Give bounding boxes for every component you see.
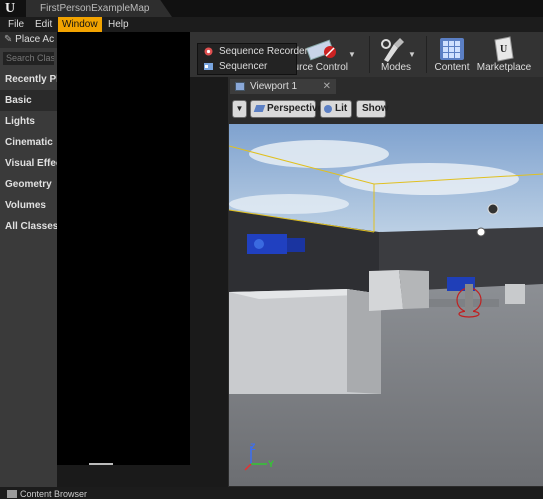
place-actors-title: Place Ac: [15, 34, 55, 45]
floor-ledge: [429, 299, 499, 307]
chevron-down-icon: ▼: [348, 50, 356, 59]
content-icon: [440, 38, 464, 60]
viewport-tab[interactable]: Viewport 1 ✕: [230, 79, 336, 94]
chevron-down-icon: ▼: [235, 104, 244, 113]
source-control-dropdown[interactable]: ▼: [347, 32, 357, 77]
svg-text:U: U: [500, 44, 507, 55]
perspective-label: Perspective: [267, 103, 324, 114]
content-button[interactable]: Content: [430, 32, 474, 77]
category-recently-placed[interactable]: Recently Pla: [0, 69, 57, 90]
menu-bar: File Edit Window Help: [0, 17, 543, 32]
cloud: [229, 194, 349, 214]
perspective-icon: [253, 105, 266, 112]
sequencer-icon: [204, 63, 213, 70]
close-icon[interactable]: ✕: [323, 79, 331, 94]
viewport-toolbar: ▼ Perspective Lit Show: [228, 96, 543, 122]
toolbar-separator: [426, 36, 427, 73]
marketplace-icon: U: [494, 36, 514, 62]
folder-icon: [7, 490, 17, 498]
category-all-classes[interactable]: All Classes: [0, 216, 57, 237]
modes-icon: [381, 38, 404, 62]
cube-middle: [369, 270, 403, 311]
menu-help[interactable]: Help: [104, 17, 133, 32]
show-button[interactable]: Show: [356, 100, 389, 118]
modes-button[interactable]: ▼ Modes: [372, 32, 420, 77]
menu-file[interactable]: File: [4, 17, 28, 32]
viewport-tab-icon: [235, 82, 245, 91]
cloud: [249, 140, 389, 168]
modes-label: Modes: [380, 62, 411, 73]
map-tab[interactable]: FirstPersonExampleMap: [26, 0, 172, 17]
show-label: Show: [362, 103, 389, 114]
category-cinematic[interactable]: Cinematic: [0, 132, 57, 153]
viewport-tab-label: Viewport 1: [250, 81, 298, 92]
search-classes-input[interactable]: Search Class: [3, 52, 54, 65]
viewport-options-button[interactable]: ▼: [232, 100, 247, 118]
axis-z-label: Z: [250, 442, 256, 452]
cube-middle-side: [399, 270, 429, 309]
blank-panel: [57, 32, 190, 465]
map-tab-label: FirstPersonExampleMap: [40, 3, 150, 14]
sky-sphere-icon: [487, 203, 499, 215]
sequence-recorder-label: Sequence Recorder: [219, 46, 308, 57]
menu-edit[interactable]: Edit: [31, 17, 56, 32]
menu-item-sequencer[interactable]: Sequencer: [198, 59, 296, 74]
panel-resize-marker[interactable]: [89, 463, 113, 465]
marketplace-button[interactable]: U Marketplace: [476, 32, 532, 77]
cloud: [339, 163, 519, 195]
content-label: Content: [434, 62, 470, 73]
sequence-recorder-icon: [204, 47, 213, 56]
category-lights[interactable]: Lights: [0, 111, 57, 132]
place-actors-panel: ✎ Place Ac Search Class Recently Pla Bas…: [0, 32, 57, 487]
cube-small: [505, 284, 525, 304]
source-control-icon: [306, 39, 336, 61]
place-actors-header: ✎ Place Ac: [0, 32, 57, 48]
lit-label: Lit: [335, 103, 348, 114]
sequencer-label: Sequencer: [219, 61, 268, 72]
perspective-button[interactable]: Perspective: [250, 100, 323, 118]
window-menu-dropdown: Sequence Recorder Sequencer: [197, 43, 308, 75]
category-volumes[interactable]: Volumes: [0, 195, 57, 216]
category-visual-effects[interactable]: Visual Effect: [0, 153, 57, 174]
marketplace-label: Marketplace: [476, 62, 532, 73]
point-light-icon: [476, 227, 486, 237]
content-browser-tab[interactable]: Content Browser: [6, 489, 87, 499]
content-browser-label: Content Browser: [20, 489, 88, 499]
viewport-scene[interactable]: Z Y: [229, 124, 543, 486]
axis-y-label: Y: [268, 459, 275, 469]
category-geometry[interactable]: Geometry: [0, 174, 57, 195]
title-bar: U FirstPersonExampleMap: [0, 0, 543, 17]
toolbar-separator: [369, 36, 370, 73]
category-basic[interactable]: Basic: [0, 90, 57, 111]
lit-button[interactable]: Lit: [320, 100, 352, 118]
lit-icon: [324, 105, 332, 113]
place-actors-icon: ✎: [4, 34, 16, 45]
scene-render: [229, 124, 543, 486]
unreal-logo-icon: U: [2, 1, 18, 17]
menu-window[interactable]: Window: [58, 17, 102, 32]
menu-item-sequence-recorder[interactable]: Sequence Recorder: [198, 44, 308, 59]
chevron-down-icon: ▼: [408, 50, 416, 59]
